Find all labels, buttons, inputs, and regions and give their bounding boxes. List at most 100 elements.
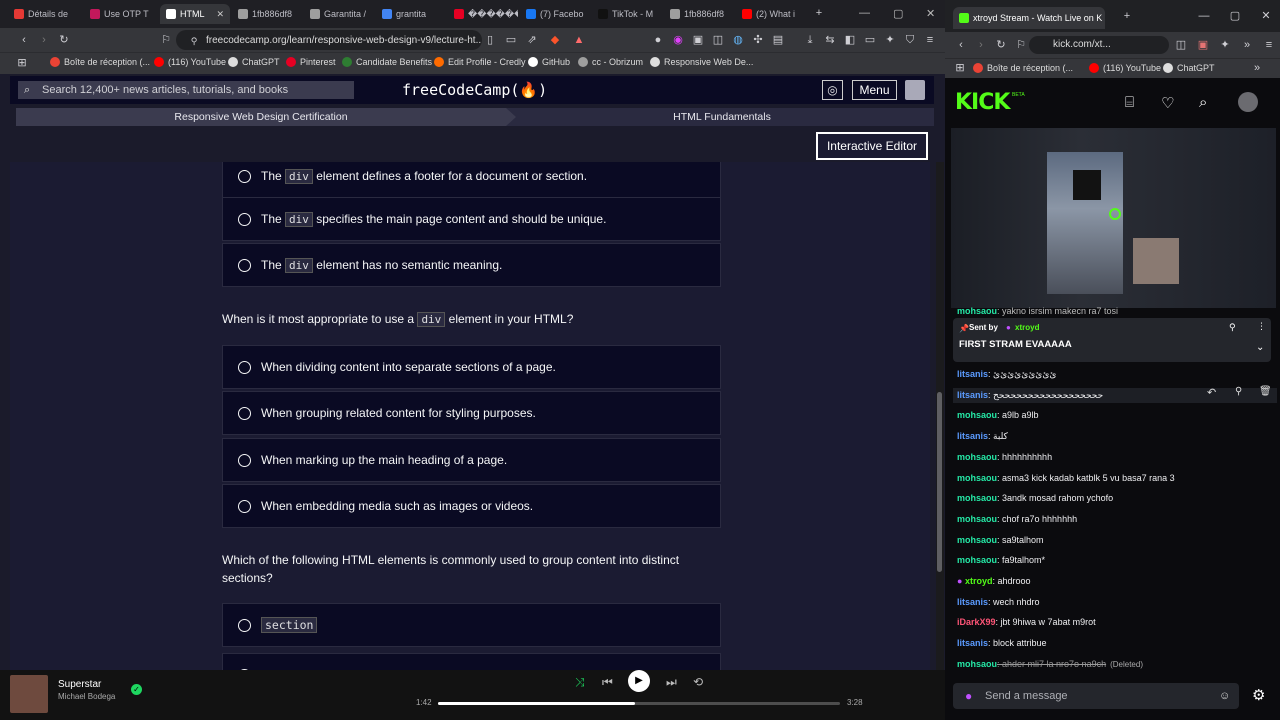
liked-check-icon[interactable]: ✓: [131, 684, 142, 695]
radio-button[interactable]: [238, 499, 251, 513]
bookmark-item[interactable]: ChatGPT: [228, 57, 280, 67]
breadcrumb-module[interactable]: HTML Fundamentals: [522, 108, 922, 126]
leo-icon[interactable]: ✦: [1219, 39, 1231, 51]
reload-icon[interactable]: ↻: [995, 39, 1007, 51]
chat-username[interactable]: litsanis: [957, 431, 988, 441]
stream-video-player[interactable]: [951, 128, 1276, 308]
breadcrumb-certification[interactable]: Responsive Web Design Certification: [16, 108, 516, 126]
chat-username[interactable]: litsanis: [957, 638, 988, 648]
more-bookmarks-icon[interactable]: »: [1251, 62, 1263, 74]
vpn-icon[interactable]: ⛉: [904, 34, 916, 46]
browser-tab[interactable]: Détails de: [8, 4, 78, 24]
apps-grid-icon[interactable]: ⊞: [954, 62, 966, 74]
bookmark-item[interactable]: (116) YouTube: [154, 57, 226, 67]
browser-tab[interactable]: grantita: [376, 4, 446, 24]
chat-message[interactable]: mohsaou: ahder mli7 la nro7o na9ch (Delet…: [957, 659, 1143, 669]
interactive-editor-button[interactable]: Interactive Editor: [816, 132, 928, 160]
forward-icon[interactable]: ›: [975, 39, 987, 51]
browser-tab[interactable]: 1fb886df8: [664, 4, 734, 24]
chat-username[interactable]: mohsaou: [957, 452, 997, 462]
browse-icon[interactable]: ⌸: [1125, 94, 1134, 111]
shuffle-icon[interactable]: ⤨: [575, 675, 585, 690]
quiz-option[interactable]: [222, 653, 721, 670]
chevron-down-icon[interactable]: ⌄: [1256, 342, 1264, 353]
browser-tab[interactable]: TikTok - M: [592, 4, 662, 24]
apps-grid-icon[interactable]: ⊞: [16, 57, 28, 69]
chat-username[interactable]: mohsaou: [957, 555, 997, 565]
chat-input[interactable]: ● Send a message ☺: [953, 683, 1239, 709]
pinned-username[interactable]: xtroyd: [1015, 323, 1039, 332]
brave-rewards-icon[interactable]: ▲: [573, 34, 585, 46]
search-icon[interactable]: ⌕: [1199, 94, 1207, 111]
next-track-icon[interactable]: ⏭: [666, 675, 677, 690]
radio-button[interactable]: [238, 360, 251, 374]
forward-icon[interactable]: ›: [38, 34, 50, 46]
sidebar-icon[interactable]: ◧: [844, 34, 856, 46]
chat-settings-gear-icon[interactable]: ⚙: [1252, 686, 1265, 704]
bookmark-item[interactable]: (116) YouTube: [1089, 63, 1161, 73]
chat-message[interactable]: mohsaou: fa9talhom*: [957, 555, 1045, 565]
chat-message[interactable]: mohsaou: asma3 kick kadab katblk 5 vu ba…: [957, 473, 1175, 483]
browser-tab[interactable]: Garantita /: [304, 4, 374, 24]
quiz-option[interactable]: section: [222, 603, 721, 647]
bookmark-item[interactable]: Pinterest: [286, 57, 336, 67]
user-avatar[interactable]: [1238, 92, 1258, 112]
bookmark-item[interactable]: Boîte de réception (...: [50, 57, 150, 67]
new-tab-icon[interactable]: +: [1121, 10, 1133, 22]
chat-username[interactable]: mohsaou: [957, 473, 997, 483]
emoji-icon[interactable]: ☺: [1219, 683, 1230, 709]
extension-6-icon[interactable]: ▤: [772, 34, 784, 46]
bookmark-item[interactable]: GitHub: [528, 57, 570, 67]
bookmark-item[interactable]: Boîte de réception (...: [973, 63, 1073, 73]
play-button[interactable]: ▶: [628, 670, 650, 692]
download-icon[interactable]: ⤓: [804, 34, 816, 46]
tab-kick[interactable]: xtroyd Stream - Watch Live on K ✕: [953, 7, 1105, 29]
chat-username[interactable]: mohsaou: [957, 514, 997, 524]
scrollbar-thumb[interactable]: [937, 392, 942, 572]
browser-menu-icon[interactable]: ≡: [924, 34, 936, 46]
chat-username[interactable]: litsanis: [957, 369, 988, 379]
song-title[interactable]: Superstar: [58, 679, 101, 690]
browser-tab[interactable]: HTML ✕: [160, 4, 230, 24]
delete-icon[interactable]: 🗑: [1259, 386, 1272, 397]
maximize-icon[interactable]: ▢: [893, 7, 903, 20]
wallet-icon[interactable]: ▭: [864, 34, 876, 46]
following-heart-icon[interactable]: ♡: [1161, 94, 1174, 112]
quiz-option[interactable]: The div element defines a footer for a d…: [222, 162, 721, 198]
chat-username[interactable]: mohsaou: [957, 493, 997, 503]
minimize-icon[interactable]: —: [859, 7, 870, 19]
kick-logo[interactable]: KICK: [955, 90, 1010, 115]
bookmark-item[interactable]: Candidate Benefits: [342, 57, 432, 67]
url-input[interactable]: freecodecamp.org/learn/responsive-web-de…: [176, 30, 482, 50]
bookmark-item[interactable]: ChatGPT: [1163, 63, 1215, 73]
radio-button[interactable]: [238, 212, 251, 226]
browser-menu-icon[interactable]: ≡: [1263, 39, 1275, 51]
brave-shield-icon[interactable]: ◆: [549, 34, 561, 46]
page-scrollbar[interactable]: [936, 162, 944, 670]
chat-username[interactable]: iDarkX99: [957, 617, 996, 627]
browser-tab[interactable]: �������: [448, 4, 518, 24]
quiz-option[interactable]: When grouping related content for stylin…: [222, 391, 721, 435]
browser-tab[interactable]: 1fb886df8: [232, 4, 302, 24]
radio-button[interactable]: [238, 406, 251, 420]
chat-username[interactable]: litsanis: [957, 597, 988, 607]
repeat-icon[interactable]: ⟲: [693, 675, 703, 689]
chat-message[interactable]: litsanis: wech nhdro: [957, 597, 1040, 607]
playback-progress-bar[interactable]: [438, 702, 840, 705]
back-icon[interactable]: ‹: [955, 39, 967, 51]
back-icon[interactable]: ‹: [18, 34, 30, 46]
reader-icon[interactable]: ▯: [484, 34, 496, 46]
browser-tab[interactable]: (7) Facebo: [520, 4, 590, 24]
chat-message[interactable]: mohsaou: sa9talhom: [957, 535, 1044, 545]
radio-button[interactable]: [238, 453, 251, 467]
fcc-logo[interactable]: freeCodeCamp(🔥): [402, 81, 547, 99]
extension-2-icon[interactable]: ◉: [672, 34, 684, 46]
browser-tab[interactable]: (2) What i: [736, 4, 806, 24]
share-icon[interactable]: ⇗: [526, 34, 538, 46]
chat-message[interactable]: ● xtroyd: ahdrooo: [957, 576, 1030, 586]
browser-tab[interactable]: Use OTP T: [84, 4, 154, 24]
cast-icon[interactable]: ▭: [505, 34, 517, 46]
bookmark-item[interactable]: cc - Obrizum: [578, 57, 643, 67]
close-tab-icon[interactable]: ✕: [216, 9, 224, 20]
extension-4-icon[interactable]: ◫: [712, 34, 724, 46]
